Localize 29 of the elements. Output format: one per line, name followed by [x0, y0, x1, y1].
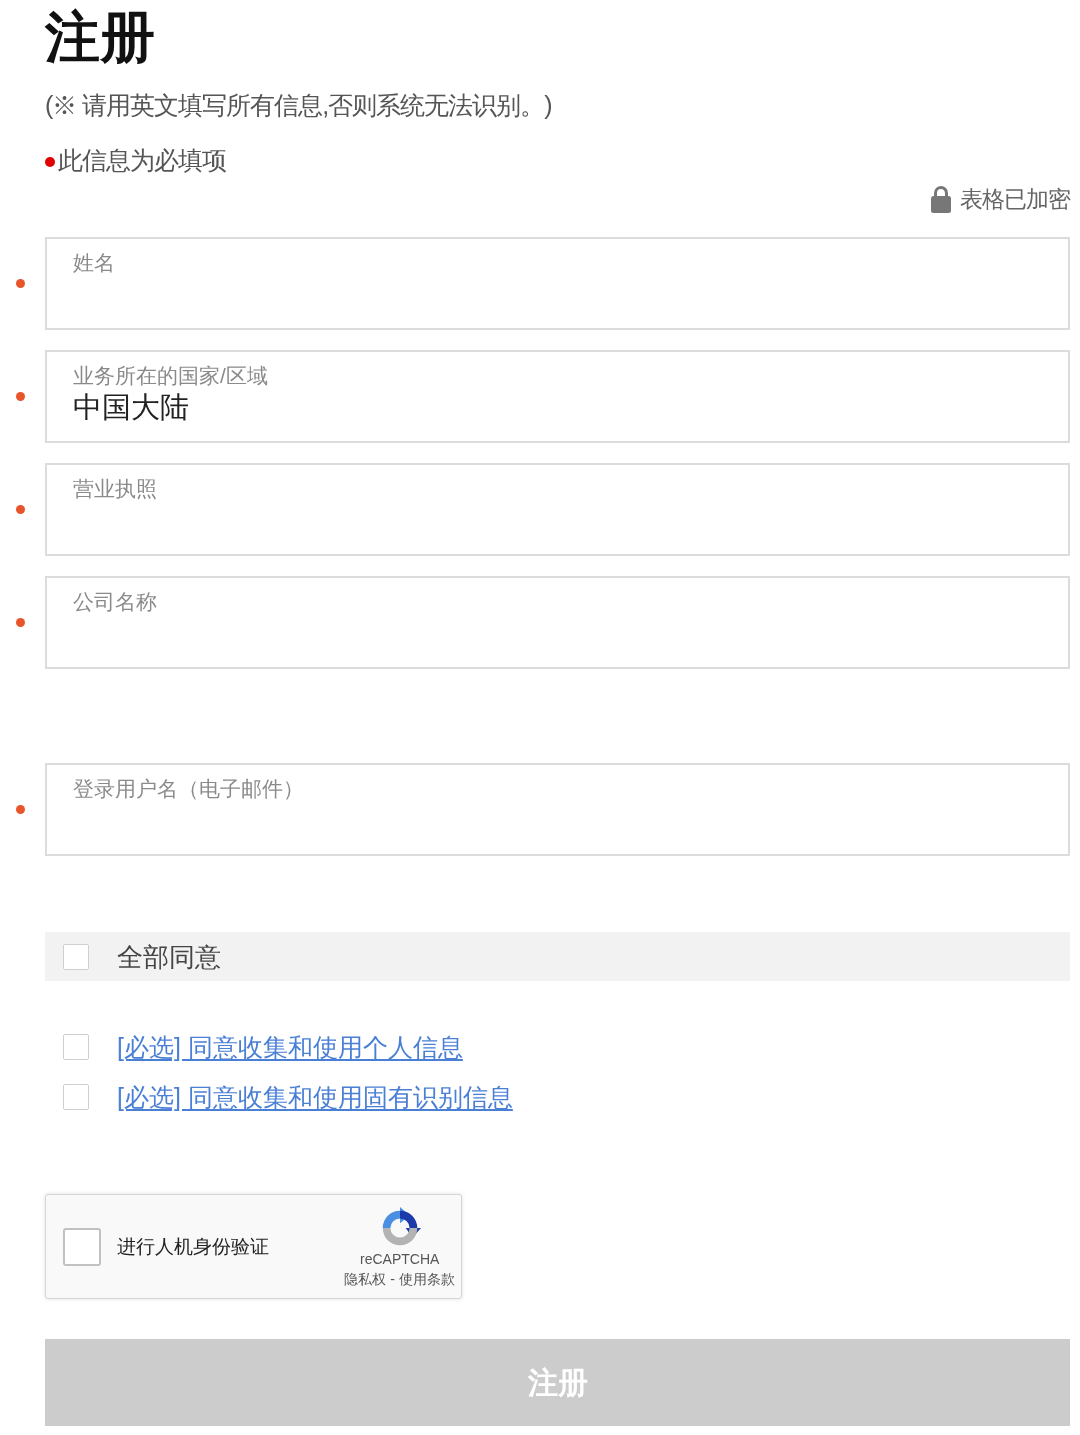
text-field[interactable]: 营业执照 — [45, 463, 1070, 556]
field-label: 公司名称 — [73, 589, 157, 615]
checkbox[interactable] — [63, 1034, 89, 1060]
text-field[interactable]: 公司名称 — [45, 576, 1070, 669]
consent-link[interactable]: [必选] 同意收集和使用个人信息 — [117, 1030, 463, 1064]
page-title: 注册 — [45, 5, 155, 68]
required-notice: 此信息为必填项 — [58, 145, 226, 176]
field-label: 姓名 — [73, 250, 115, 276]
consent-link[interactable]: [必选] 同意收集和使用固有识别信息 — [117, 1080, 513, 1114]
lock-icon — [931, 185, 951, 213]
text-field[interactable]: 姓名 — [45, 237, 1070, 330]
text-field[interactable]: 业务所在的国家/区域 中国大陆 — [45, 350, 1070, 443]
encryption-label: 表格已加密 — [960, 185, 1070, 214]
field-label: 营业执照 — [73, 476, 157, 502]
field-label: 登录用户名（电子邮件） — [73, 776, 304, 802]
agree-all-label: 全部同意 — [117, 940, 221, 973]
checkbox[interactable] — [63, 1084, 89, 1110]
field-value: 中国大陆 — [73, 390, 189, 425]
checkbox[interactable] — [63, 943, 89, 970]
field-label: 业务所在的国家/区域 — [73, 363, 268, 389]
english-notice: (※ 请用英文填写所有信息,否则系统无法识别。) — [45, 90, 552, 121]
agree-all-bar[interactable]: 全部同意 — [45, 932, 1070, 981]
captcha-label: 进行人机身份验证 — [117, 1234, 269, 1259]
terms-link[interactable]: 使用条款 — [399, 1270, 455, 1288]
captcha-brand: reCAPTCHA — [360, 1251, 440, 1267]
link-separator: - — [390, 1270, 395, 1288]
text-field[interactable]: 登录用户名（电子邮件） — [45, 763, 1070, 856]
privacy-link[interactable]: 隐私权 — [344, 1270, 387, 1288]
checkbox[interactable] — [63, 1227, 101, 1266]
